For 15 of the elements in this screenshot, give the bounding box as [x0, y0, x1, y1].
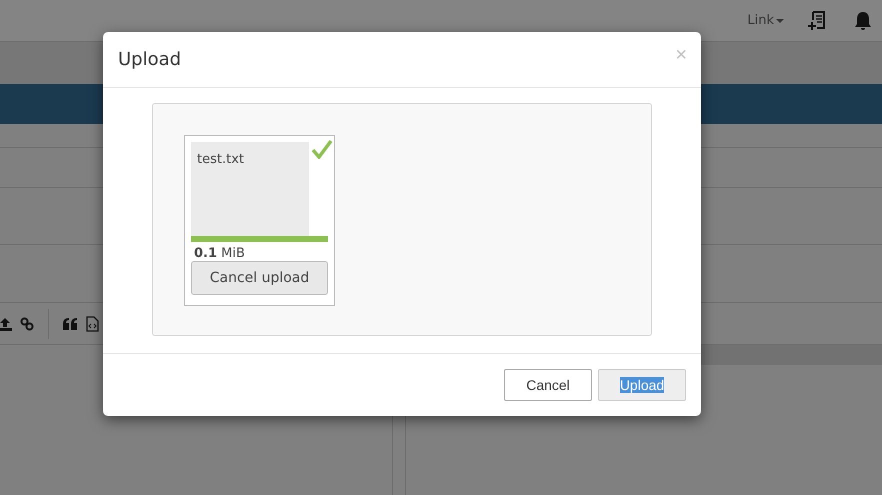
caret-icon	[776, 18, 784, 22]
file-size: 0.1 MiB	[194, 247, 246, 261]
quote-icon[interactable]	[63, 318, 78, 330]
add-document-icon[interactable]	[808, 10, 826, 30]
link-menu[interactable]: Link	[747, 13, 784, 28]
code-file-icon[interactable]	[86, 316, 99, 332]
file-name: test.txt	[197, 152, 244, 167]
link-icon[interactable]	[20, 316, 34, 330]
dialog-title: Upload	[118, 49, 182, 70]
close-button[interactable]: ×	[675, 44, 687, 67]
cancel-button[interactable]: Cancel	[504, 369, 592, 401]
upload-icon[interactable]	[0, 316, 12, 330]
upload-button[interactable]: Upload	[598, 369, 686, 401]
bell-icon[interactable]	[854, 10, 872, 30]
cancel-upload-button[interactable]: Cancel upload	[191, 261, 328, 295]
